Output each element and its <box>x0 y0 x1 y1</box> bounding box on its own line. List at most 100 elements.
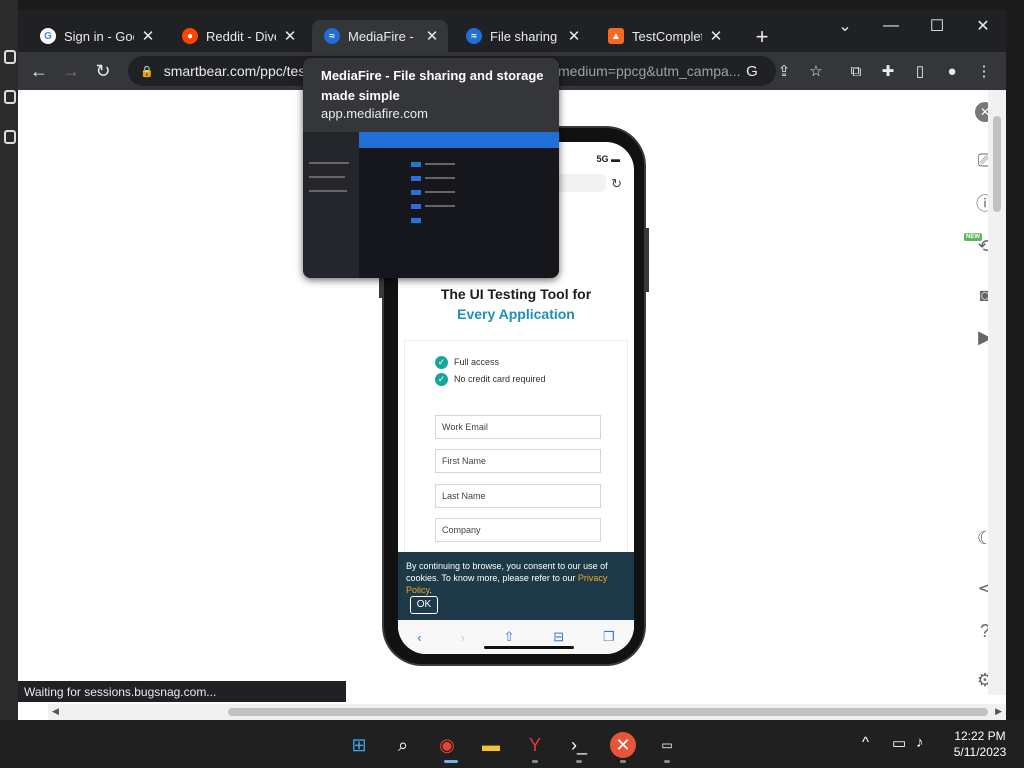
active-app-indicator <box>444 760 458 763</box>
tab-testcomplete[interactable]: ▲ TestComplete ✕ <box>596 20 732 52</box>
close-window-button[interactable]: ✕ <box>960 12 1006 40</box>
scrollbar-thumb[interactable] <box>993 116 1001 212</box>
menu-kebab-icon[interactable]: ⋮ <box>972 58 996 84</box>
share-icon[interactable]: ⇪ <box>772 58 796 84</box>
command-prompt-icon[interactable]: ▭ <box>654 732 680 758</box>
preview-text <box>425 177 455 179</box>
hover-card-domain: app.mediafire.com <box>321 106 428 121</box>
tabs-icon[interactable]: ❐ <box>603 629 615 645</box>
close-tab-icon[interactable]: ✕ <box>140 27 156 45</box>
reload-icon[interactable]: ↻ <box>90 58 116 84</box>
scrollbar-thumb[interactable] <box>228 708 988 716</box>
lock-icon: 🔒 <box>140 65 154 78</box>
new-tab-button[interactable]: + <box>750 24 774 50</box>
tab-search-icon[interactable]: ⌄ <box>822 12 868 40</box>
work-email-field[interactable]: Work Email <box>435 415 601 439</box>
preview-text <box>309 162 349 164</box>
clock-time: 12:22 PM <box>954 729 1006 743</box>
scroll-right-icon[interactable]: ▶ <box>995 706 1002 717</box>
forward-arrow-icon[interactable]: → <box>58 58 84 84</box>
vertical-scrollbar[interactable] <box>988 90 1006 695</box>
preview-folder <box>411 176 421 181</box>
home-indicator <box>484 646 574 649</box>
preview-folder <box>411 190 421 195</box>
file-explorer-icon[interactable]: ▬ <box>478 732 504 758</box>
status-bar: 5G ▬ <box>596 154 620 164</box>
tab-file-sharing[interactable]: ≈ File sharing an ✕ <box>454 20 590 52</box>
preview-text <box>425 191 455 193</box>
bookmarks-book-icon[interactable]: ⊟ <box>553 629 564 645</box>
volume-icon[interactable]: ♪ <box>916 734 924 751</box>
tab-reddit[interactable]: ● Reddit - Dive in ✕ <box>170 20 306 52</box>
scroll-left-icon[interactable]: ◀ <box>52 706 59 717</box>
side-panel-icon[interactable]: ▯ <box>908 58 932 84</box>
preview-header <box>359 132 559 148</box>
cookie-ok-button[interactable]: OK <box>410 596 438 614</box>
preview-folder <box>411 162 421 167</box>
check-item: ✓ No credit card required <box>435 372 546 386</box>
desktop-icon <box>4 50 16 64</box>
preview-text <box>425 163 455 165</box>
windows-start-icon[interactable]: ⊞ <box>346 732 372 758</box>
tab-title: MediaFire - File <box>348 28 418 44</box>
puzzle-extensions-icon[interactable]: ✚ <box>876 58 900 84</box>
testcomplete-app-icon[interactable]: ✕ <box>610 732 636 758</box>
mediafire-icon: ≈ <box>466 28 482 44</box>
tab-title: Reddit - Dive in <box>206 28 276 44</box>
chevron-up-icon[interactable]: ^ <box>862 734 869 751</box>
minimize-button[interactable]: — <box>868 12 914 40</box>
check-item: ✓ Full access <box>435 355 499 369</box>
tab-google-signin[interactable]: G Sign in - Goog ✕ <box>28 20 164 52</box>
back-chevron-icon[interactable]: ‹ <box>417 630 421 645</box>
hero-subheading: Every Application <box>457 306 575 322</box>
share-icon[interactable]: ⇧ <box>504 629 515 645</box>
signup-form: ✓ Full access ✓ No credit card required … <box>404 340 628 580</box>
app-indicator <box>664 760 670 763</box>
hover-card-title: MediaFire - File sharing and storage mad… <box>321 68 544 103</box>
chrome-icon[interactable]: ◉ <box>434 732 460 758</box>
mobile-reload-icon[interactable]: ↻ <box>611 176 622 192</box>
back-arrow-icon[interactable]: ← <box>26 58 52 84</box>
hero-heading: The UI Testing Tool for <box>440 286 592 302</box>
tab-mediafire[interactable]: ≈ MediaFire - File ✕ <box>312 20 448 52</box>
extension-icon[interactable]: ⧉ <box>844 58 868 84</box>
system-clock[interactable]: 12:22 PM 5/11/2023 <box>940 728 1020 760</box>
first-name-field[interactable]: First Name <box>435 449 601 473</box>
maximize-button[interactable]: ☐ <box>914 12 960 40</box>
preview-text <box>309 176 345 178</box>
reddit-icon: ● <box>182 28 198 44</box>
bookmark-star-icon[interactable]: ☆ <box>804 58 828 84</box>
desktop-left-edge <box>0 0 18 720</box>
desktop-icon <box>4 90 16 104</box>
desktop-icon <box>4 130 16 144</box>
forward-chevron-icon[interactable]: › <box>460 630 464 645</box>
horizontal-scrollbar[interactable]: ◀ ▶ <box>48 704 1006 720</box>
preview-sidebar <box>303 132 359 278</box>
tab-title: Sign in - Goog <box>64 28 134 44</box>
url-tail-text: medium=ppcg&utm_campa... <box>558 63 741 79</box>
tab-preview-thumbnail <box>303 132 559 278</box>
profile-icon[interactable]: ● <box>940 58 964 84</box>
windows-taskbar: ⊞ ⌕ ◉ ▬ Y ›_ ✕ ▭ ^ ▭ ♪ 12:22 PM 5/11/202… <box>0 720 1024 768</box>
phone-side-button <box>646 228 649 292</box>
close-tab-icon[interactable]: ✕ <box>424 27 440 45</box>
terminal-icon[interactable]: ›_ <box>566 732 592 758</box>
google-lens-icon[interactable]: G <box>740 58 764 84</box>
tab-title: TestComplete <box>632 28 702 44</box>
last-name-field[interactable]: Last Name <box>435 484 601 508</box>
cookie-banner: By continuing to browse, you consent to … <box>398 552 634 620</box>
close-tab-icon[interactable]: ✕ <box>282 27 298 45</box>
close-tab-icon[interactable]: ✕ <box>708 27 724 45</box>
check-label: No credit card required <box>454 374 546 384</box>
tab-title: File sharing an <box>490 28 560 44</box>
tab-strip: G Sign in - Goog ✕ ● Reddit - Dive in ✕ … <box>18 10 1006 52</box>
clock-date: 5/11/2023 <box>953 745 1007 759</box>
company-field[interactable]: Company <box>435 518 601 542</box>
app-indicator <box>576 760 582 763</box>
close-tab-icon[interactable]: ✕ <box>566 27 582 45</box>
yandex-browser-icon[interactable]: Y <box>522 732 548 758</box>
app-indicator <box>532 760 538 763</box>
search-icon[interactable]: ⌕ <box>390 732 416 758</box>
network-icon[interactable]: ▭ <box>892 734 906 752</box>
preview-text <box>425 205 455 207</box>
